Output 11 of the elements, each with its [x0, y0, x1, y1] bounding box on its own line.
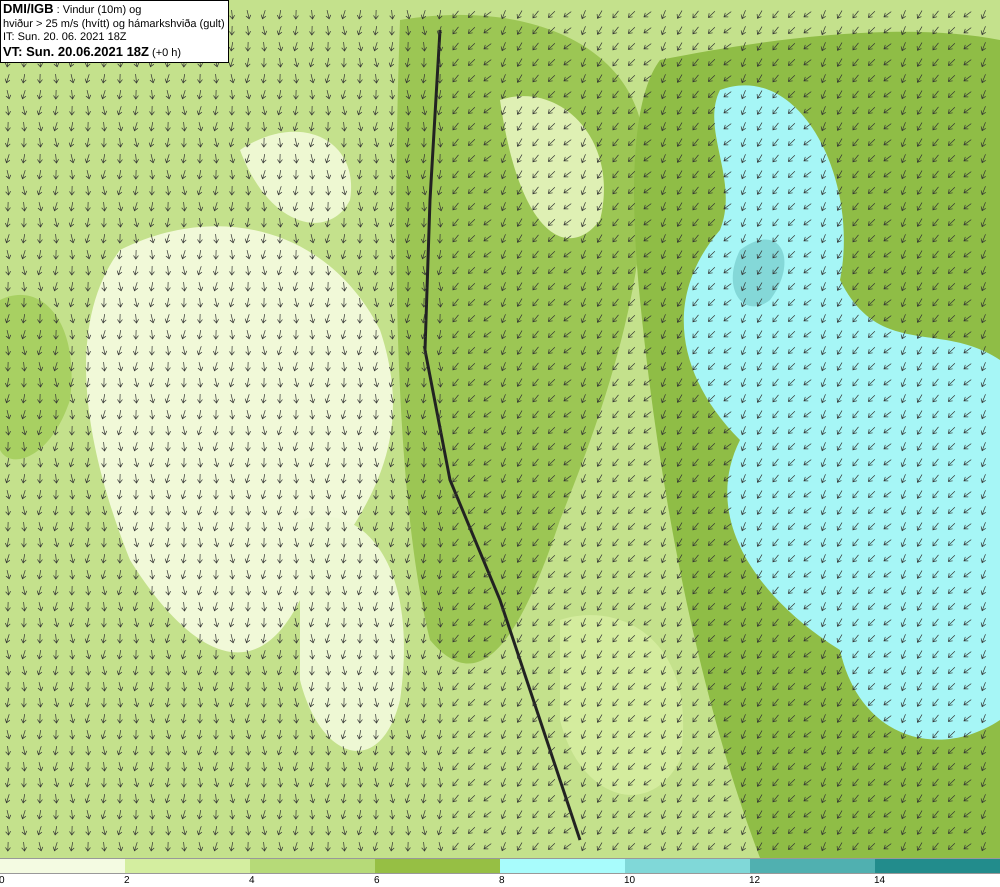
scale-label: 6 — [374, 875, 380, 886]
scale-label: 10 — [624, 875, 636, 886]
info-line: IT: Sun. 20. 06. 2021 18Z — [3, 31, 128, 44]
scale-label: 8 — [499, 875, 505, 886]
info-line: DMI/IGB : Vindur (10m) og — [3, 2, 142, 18]
info-line: hviður > 25 m/s (hvítt) og hámarkshviða (gult) — [3, 18, 225, 31]
scale-label: 4 — [249, 875, 255, 886]
scale-label: 2 — [124, 875, 130, 886]
info-line: VT: Sun. 20.06.2021 18Z (+0 h) — [3, 44, 182, 60]
scale-label: 12 — [749, 875, 760, 886]
scale-label: 14 — [874, 875, 886, 886]
